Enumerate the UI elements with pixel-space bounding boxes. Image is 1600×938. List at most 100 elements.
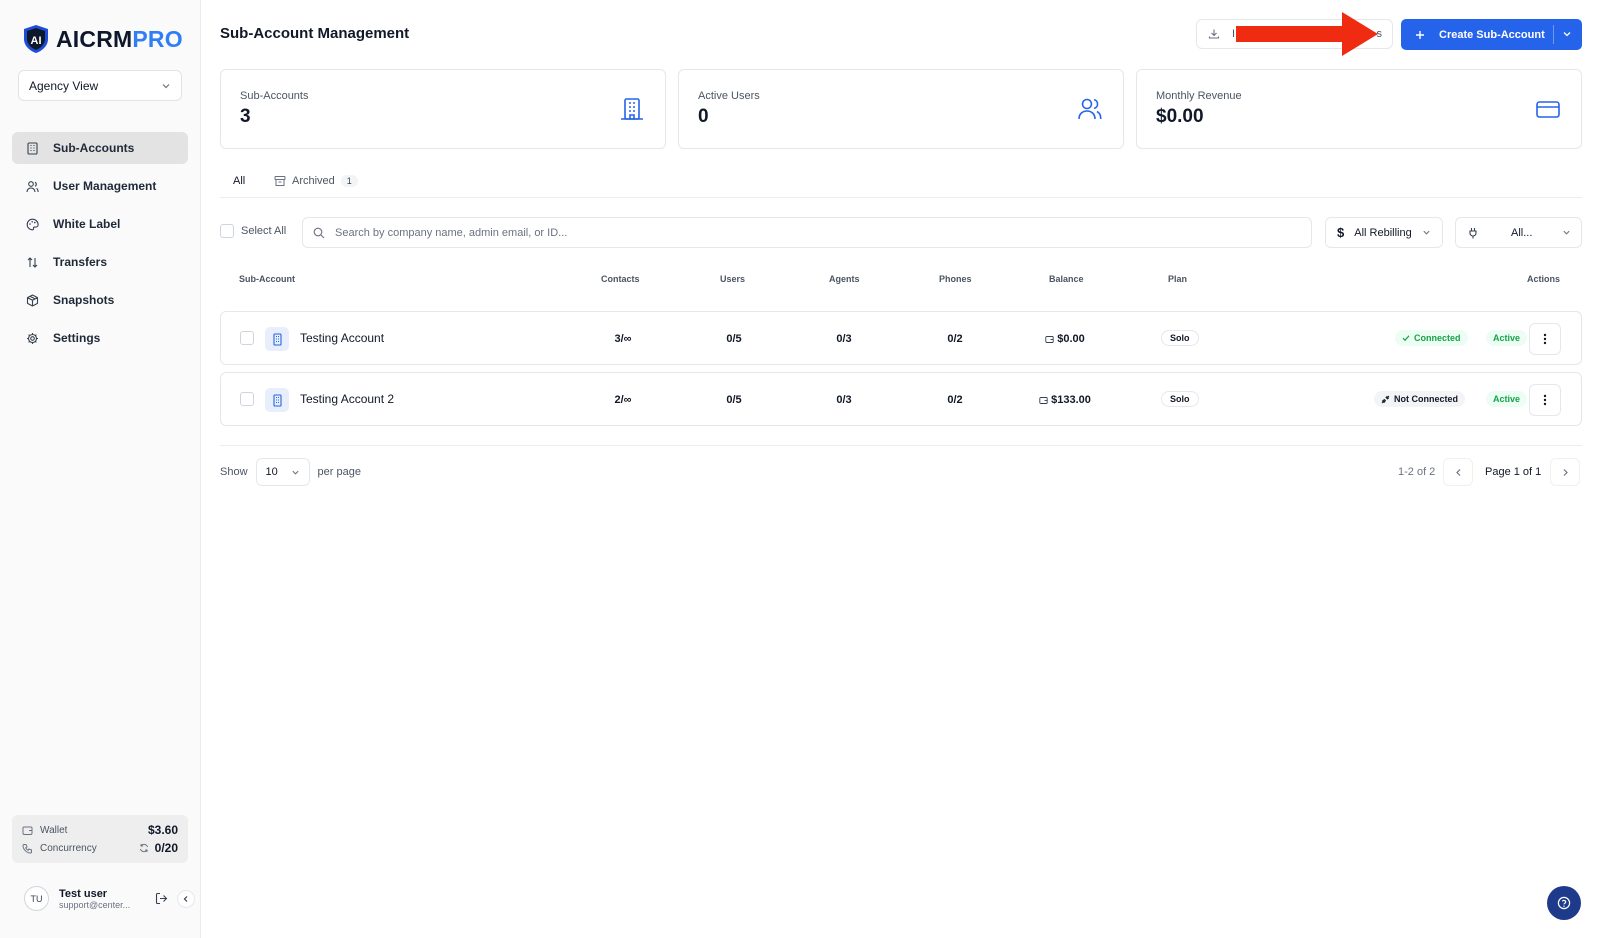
- agency-view-label: Agency View: [29, 78, 99, 93]
- tabs: All Archived 1: [220, 171, 1582, 198]
- row-actions-button[interactable]: [1529, 323, 1561, 355]
- agency-view-select[interactable]: Agency View: [18, 70, 182, 101]
- phone-icon: [22, 843, 32, 854]
- plan-badge: Solo: [1161, 391, 1199, 407]
- sidebar-item-label: Transfers: [53, 255, 108, 269]
- more-vertical-icon: [1543, 394, 1547, 406]
- previous-page-button[interactable]: [1443, 458, 1473, 486]
- sub-account-name[interactable]: Testing Account 2: [300, 392, 394, 406]
- logout-icon[interactable]: [155, 892, 168, 905]
- row-actions-button[interactable]: [1529, 384, 1561, 416]
- page-title: Sub-Account Management: [220, 25, 410, 42]
- chevron-down-icon: [1423, 230, 1430, 235]
- connection-filter-select[interactable]: All...: [1455, 217, 1582, 248]
- create-sub-account-button[interactable]: Create Sub-Account: [1401, 19, 1582, 50]
- row-checkbox[interactable]: [240, 392, 254, 406]
- chevron-left-icon: [1455, 468, 1460, 476]
- chevron-down-icon: [1563, 230, 1570, 235]
- chevron-down-icon[interactable]: [1561, 28, 1573, 40]
- sidebar-item-label: User Management: [53, 179, 157, 193]
- balance-value: $133.00: [1051, 394, 1091, 406]
- search-input[interactable]: [335, 226, 1285, 239]
- package-icon: [25, 293, 39, 307]
- per-page-label: per page: [317, 466, 361, 478]
- chevron-down-icon: [291, 470, 299, 475]
- stat-value: 0: [698, 106, 709, 127]
- help-button[interactable]: [1547, 886, 1581, 920]
- users-icon: [1078, 98, 1102, 120]
- balance-cell: $133.00: [1025, 394, 1105, 406]
- connection-status-badge: Not Connected: [1374, 391, 1465, 407]
- wallet-icon: [1045, 335, 1054, 343]
- next-page-button[interactable]: [1550, 458, 1580, 486]
- column-header-contacts: Contacts: [601, 274, 640, 284]
- plug-icon: [1469, 227, 1477, 238]
- sidebar-item-transfers[interactable]: Transfers: [12, 246, 188, 278]
- page-indicator: Page 1 of 1: [1485, 466, 1542, 478]
- user-profile: TU Test user support@center...: [24, 886, 200, 911]
- tab-archived[interactable]: Archived 1: [274, 175, 358, 187]
- balance-value: $0.00: [1057, 333, 1085, 345]
- building-icon: [25, 141, 39, 155]
- connection-filter-label: All...: [1511, 226, 1533, 239]
- stat-value: 3: [240, 106, 251, 127]
- divider: [220, 445, 1582, 446]
- sidebar: AI AICRMPRO Agency View Sub-Accounts Use…: [0, 0, 201, 938]
- concurrency-value: 0/20: [154, 841, 178, 855]
- wallet-row[interactable]: Wallet $3.60: [22, 821, 178, 839]
- plus-icon: [1416, 30, 1424, 39]
- avatar[interactable]: TU: [24, 886, 49, 911]
- sidebar-nav: Sub-Accounts User Management White Label…: [12, 132, 188, 360]
- brand-logo[interactable]: AI AICRMPRO: [22, 24, 183, 54]
- sidebar-item-snapshots[interactable]: Snapshots: [12, 284, 188, 316]
- phones-cell: 0/2: [947, 333, 963, 345]
- stat-label: Active Users: [698, 90, 760, 102]
- gear-icon: [25, 331, 39, 345]
- refresh-icon[interactable]: [139, 843, 149, 853]
- phones-cell: 0/2: [947, 394, 963, 406]
- agents-cell: 0/3: [836, 394, 852, 406]
- chevron-down-icon: [162, 83, 170, 88]
- per-page-select[interactable]: 10: [255, 458, 310, 486]
- stat-card-monthly-revenue: Monthly Revenue $0.00: [1136, 69, 1582, 149]
- dollar-icon: $: [1337, 225, 1345, 240]
- building-icon: [621, 98, 643, 120]
- tab-label: All: [233, 175, 246, 187]
- building-icon: [265, 327, 289, 351]
- table-row[interactable]: Testing Account 3/∞ 0/5 0/3 0/2 $0.00 So…: [220, 311, 1582, 365]
- rebilling-filter-select[interactable]: $ All Rebilling: [1325, 217, 1443, 248]
- sidebar-item-label: Snapshots: [53, 293, 115, 307]
- search-box[interactable]: [302, 217, 1312, 248]
- column-header-sub-account: Sub-Account: [239, 274, 295, 284]
- sidebar-item-white-label[interactable]: White Label: [12, 208, 188, 240]
- sidebar-item-user-management[interactable]: User Management: [12, 170, 188, 202]
- sub-account-name[interactable]: Testing Account: [300, 331, 384, 345]
- user-email: support@center...: [59, 899, 131, 910]
- status-badge: Active: [1486, 391, 1528, 407]
- stat-label: Sub-Accounts: [240, 90, 309, 102]
- help-circle-icon: [1557, 896, 1571, 910]
- balance-cell: $0.00: [1025, 333, 1105, 345]
- search-icon: [313, 227, 325, 238]
- tab-all[interactable]: All: [233, 175, 245, 187]
- wallet-summary: Wallet $3.60 Concurrency 0/20: [12, 815, 188, 863]
- arrows-updown-icon: [25, 255, 39, 269]
- credit-card-icon: [1536, 101, 1560, 118]
- sidebar-item-sub-accounts[interactable]: Sub-Accounts: [12, 132, 188, 164]
- collapse-sidebar-button[interactable]: [177, 890, 195, 908]
- checkbox[interactable]: [220, 224, 234, 238]
- select-all-checkbox[interactable]: Select All: [220, 224, 286, 238]
- unplug-icon: [1381, 395, 1390, 403]
- select-all-label: Select All: [241, 225, 287, 237]
- per-page-value: 10: [265, 466, 278, 478]
- pagination-range: 1-2 of 2: [1398, 466, 1436, 478]
- contacts-cell: 3/∞: [614, 333, 632, 345]
- agents-cell: 0/3: [836, 333, 852, 345]
- sidebar-item-settings[interactable]: Settings: [12, 322, 188, 354]
- users-cell: 0/5: [726, 394, 742, 406]
- row-checkbox[interactable]: [240, 331, 254, 345]
- wallet-icon: [1039, 396, 1048, 404]
- table-row[interactable]: Testing Account 2 2/∞ 0/5 0/3 0/2 $133.0…: [220, 372, 1582, 426]
- button-divider: [1553, 25, 1554, 44]
- concurrency-row[interactable]: Concurrency 0/20: [22, 839, 178, 857]
